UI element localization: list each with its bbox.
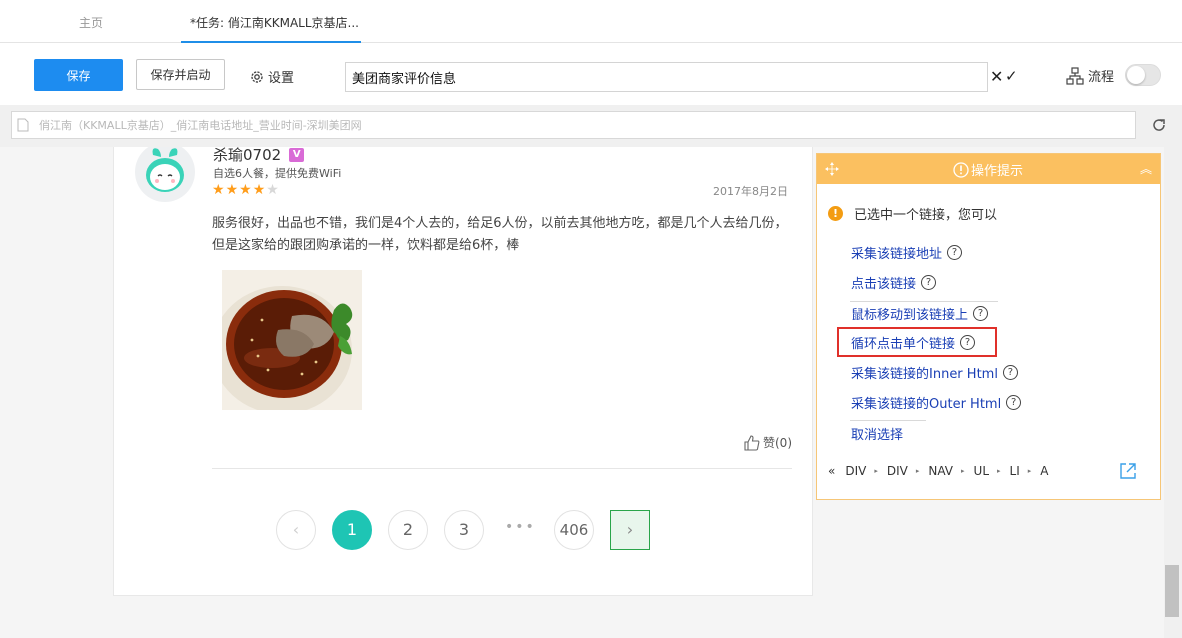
star-icon: ★	[212, 182, 226, 198]
breadcrumb-separator-icon: ▸	[1027, 467, 1032, 475]
breadcrumb-separator-icon: ▸	[961, 467, 965, 475]
review-divider	[212, 468, 792, 469]
confirm-edit-icon[interactable]: ✓	[1005, 67, 1018, 85]
breadcrumb-separator-icon: ▸	[997, 467, 1001, 475]
prev-page-button[interactable]: ‹	[276, 510, 316, 550]
action-hover-link[interactable]: 鼠标移动到该链接上 ?	[851, 304, 989, 323]
help-icon[interactable]: ?	[973, 306, 989, 321]
address-bar[interactable]: 俏江南（KKMALL京基店）_俏江南电话地址_营业时间-深圳美团网	[11, 111, 1136, 139]
help-icon[interactable]: ?	[947, 245, 963, 260]
refresh-icon[interactable]	[1150, 116, 1168, 134]
notice-text: 已选中一个链接，您可以	[854, 208, 998, 223]
scrollbar-thumb[interactable]	[1165, 565, 1179, 617]
action-label: 鼠标移动到该链接上	[851, 308, 969, 323]
review-photo[interactable]	[222, 270, 362, 410]
info-icon	[953, 161, 969, 178]
review-text: 服务很好，出品也不错，我们是4个人去的，给足6人份，以前去其他地方吃，都是几个人…	[212, 216, 788, 253]
action-label: 点击该链接	[851, 277, 917, 292]
action-label: 取消选择	[851, 428, 904, 443]
like-count: 赞(0)	[763, 436, 792, 450]
page-1-button[interactable]: 1	[332, 510, 372, 550]
breadcrumb-back-icon[interactable]: «	[828, 464, 835, 478]
star-icon: ★	[225, 182, 240, 198]
settings-button[interactable]: 设置	[249, 67, 294, 86]
save-and-run-button[interactable]: 保存并启动	[136, 59, 225, 90]
gear-icon	[251, 70, 263, 83]
breadcrumb-separator-icon: ▸	[915, 467, 920, 475]
action-extract-inner-html[interactable]: 采集该链接的Inner Html ?	[851, 363, 1018, 382]
page-icon	[17, 118, 29, 132]
help-icon[interactable]: ?	[921, 275, 937, 290]
tab-task[interactable]: *任务: 俏江南KKMALL京基店...	[190, 14, 359, 31]
action-divider	[850, 420, 926, 421]
action-loop-click-link[interactable]: 循环点击单个链接 ?	[851, 333, 976, 352]
action-label: 采集该链接地址	[851, 247, 943, 262]
breadcrumb-segment[interactable]: DIV	[845, 464, 866, 478]
action-divider	[850, 301, 998, 302]
task-name-input[interactable]	[345, 62, 988, 92]
toolbar: 保存 保存并启动 设置 ✕ ✓ 流程	[0, 43, 1182, 105]
element-path-breadcrumb: « DIV ▸ DIV ▸ NAV ▸ UL ▸ LI ▸ A	[828, 464, 1056, 478]
operation-hint-panel: 操作提示 ︽ ! 已选中一个链接，您可以 采集该链接地址 ? 点击该链接 ? 鼠…	[816, 153, 1161, 500]
address-bar-area: 俏江南（KKMALL京基店）_俏江南电话地址_营业时间-深圳美团网	[0, 105, 1182, 147]
settings-label: 设置	[268, 71, 295, 86]
help-icon[interactable]: ?	[1002, 365, 1018, 380]
rating-stars: ★★★★★	[212, 182, 280, 198]
tab-bar: 主页 *任务: 俏江南KKMALL京基店...	[0, 0, 1182, 43]
toggle-knob	[1127, 66, 1145, 84]
pager-ellipsis: •••	[505, 519, 536, 535]
flow-button[interactable]: 流程	[1066, 66, 1114, 85]
page-last-button[interactable]: 406	[554, 510, 594, 550]
panel-title: 操作提示	[953, 160, 1023, 179]
action-extract-outer-html[interactable]: 采集该链接的Outer Html ?	[851, 393, 1022, 412]
star-icon: ★	[252, 182, 267, 198]
thumbs-up-icon	[744, 434, 760, 451]
action-cancel-selection[interactable]: 取消选择	[851, 424, 903, 443]
page-2-button[interactable]: 2	[388, 510, 428, 550]
move-icon[interactable]	[825, 162, 839, 176]
breadcrumb-segment[interactable]: DIV	[887, 464, 908, 478]
flow-label: 流程	[1088, 70, 1115, 85]
breadcrumb-segment[interactable]: NAV	[928, 464, 953, 478]
help-icon[interactable]: ?	[1006, 395, 1022, 410]
next-page-button[interactable]: ›	[610, 510, 650, 550]
breadcrumb-segment[interactable]: A	[1040, 464, 1048, 478]
star-icon: ★	[239, 182, 253, 198]
like-button[interactable]: 赞(0)	[744, 434, 792, 451]
star-icon: ★	[266, 182, 280, 198]
open-external-icon[interactable]	[1119, 462, 1137, 480]
reviewer-name-text: 杀瑜0702	[213, 147, 282, 164]
breadcrumb-separator-icon: ▸	[874, 467, 878, 475]
save-button[interactable]: 保存	[34, 59, 123, 91]
breadcrumb-segment[interactable]: LI	[1010, 464, 1020, 478]
vip-badge: V	[289, 147, 305, 162]
page-title-text: 俏江南（KKMALL京基店）_俏江南电话地址_营业时间-深圳美团网	[39, 119, 362, 132]
tab-home[interactable]: 主页	[79, 14, 103, 31]
flow-toggle[interactable]	[1125, 64, 1161, 86]
review-date: 2017年8月2日	[713, 185, 788, 198]
reviewer-name[interactable]: 杀瑜0702 V	[213, 147, 305, 165]
cancel-edit-icon[interactable]: ✕	[990, 67, 1003, 86]
collapse-icon[interactable]: ︽	[1140, 160, 1152, 177]
page-3-button[interactable]: 3	[444, 510, 484, 550]
panel-title-text: 操作提示	[971, 164, 1024, 179]
action-click-link[interactable]: 点击该链接 ?	[851, 273, 937, 292]
selection-notice: ! 已选中一个链接，您可以	[828, 204, 997, 223]
panel-header[interactable]: 操作提示 ︽	[817, 154, 1160, 184]
action-label: 循环点击单个链接	[851, 337, 956, 352]
action-extract-link-url[interactable]: 采集该链接地址 ?	[851, 243, 963, 262]
avatar	[135, 147, 195, 202]
flowchart-icon	[1066, 66, 1084, 85]
warning-icon: !	[828, 206, 843, 221]
breadcrumb-segment[interactable]: UL	[974, 464, 989, 478]
action-label: 采集该链接的Outer Html	[851, 397, 1002, 412]
order-meta: 自选6人餐，提供免费WiFi	[213, 167, 342, 180]
action-label: 采集该链接的Inner Html	[851, 367, 998, 382]
help-icon[interactable]: ?	[960, 335, 976, 350]
